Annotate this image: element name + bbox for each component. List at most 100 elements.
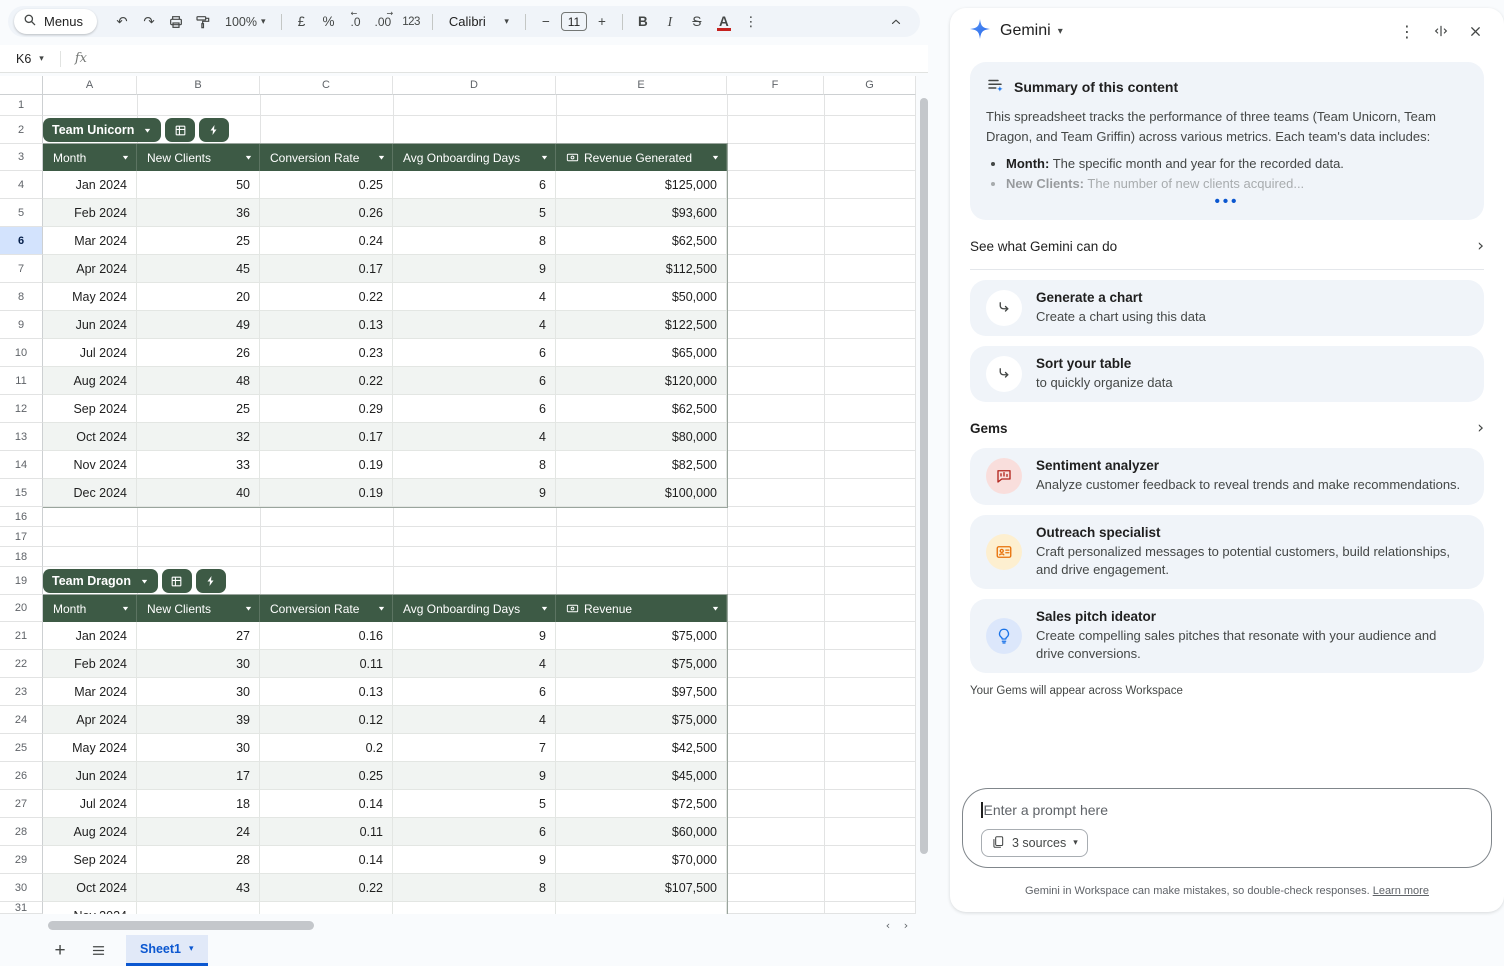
cell[interactable]: 7 [393, 734, 556, 762]
cell[interactable]: Sep 2024 [43, 395, 137, 423]
row-header-14[interactable]: 14 [0, 451, 43, 479]
gemini-title-caret-icon[interactable]: ▾ [1058, 26, 1063, 37]
cell[interactable]: 4 [393, 706, 556, 734]
cell[interactable]: May 2024 [43, 283, 137, 311]
row-header-16[interactable]: 16 [0, 507, 43, 527]
cell[interactable]: $122,500 [556, 311, 727, 339]
cell[interactable]: 0.17 [260, 423, 393, 451]
cell[interactable]: 9 [393, 762, 556, 790]
cell[interactable]: 27 [137, 622, 260, 650]
cell[interactable]: 4 [393, 423, 556, 451]
cell[interactable]: 0.19 [260, 451, 393, 479]
hide-menus-button[interactable] [884, 10, 908, 34]
row-header-28[interactable]: 28 [0, 818, 43, 846]
scroll-left-icon[interactable]: ‹ [880, 918, 896, 932]
cell[interactable]: 0.14 [260, 790, 393, 818]
cell[interactable]: $62,500 [556, 227, 727, 255]
more-toolbar-options-icon[interactable]: ⋮ [739, 10, 763, 34]
row-header-29[interactable]: 29 [0, 846, 43, 874]
cell[interactable]: 33 [137, 451, 260, 479]
cell[interactable]: 0.19 [260, 479, 393, 507]
percent-format-button[interactable]: % [317, 10, 341, 34]
cell[interactable]: 0.29 [260, 395, 393, 423]
sheet-tab-sheet1[interactable]: Sheet1 ▾ [126, 935, 208, 966]
cell[interactable]: 0.2 [260, 734, 393, 762]
column-header-B[interactable]: B [137, 76, 260, 95]
gemini-more-menu-icon[interactable]: ⋮ [1394, 18, 1420, 44]
cell[interactable]: 0.25 [260, 762, 393, 790]
cell[interactable]: Nov 2024 [43, 451, 137, 479]
cell[interactable]: 0.14 [260, 846, 393, 874]
table-grid-icon[interactable] [165, 118, 195, 142]
cell[interactable]: Jun 2024 [43, 311, 137, 339]
cell[interactable]: 20 [137, 283, 260, 311]
increase-decimal-button[interactable]: →.00 [371, 10, 396, 34]
cell[interactable]: $93,600 [556, 199, 727, 227]
column-header-month[interactable]: Month [43, 595, 137, 622]
cell[interactable] [260, 902, 393, 914]
row-header-9[interactable]: 9 [0, 311, 43, 339]
suggestion-sort-table[interactable]: Sort your table to quickly organize data [970, 346, 1484, 402]
font-family-select[interactable]: Calibri ▾ [441, 10, 517, 34]
cell[interactable]: 6 [393, 367, 556, 395]
row-header-5[interactable]: 5 [0, 199, 43, 227]
table-ai-icon[interactable] [199, 118, 229, 142]
cell[interactable]: 0.11 [260, 650, 393, 678]
summary-expand-button[interactable]: ••• [986, 193, 1468, 214]
cell[interactable]: May 2024 [43, 734, 137, 762]
name-box[interactable]: K6 ▾ [0, 52, 54, 66]
increase-font-size-button[interactable]: + [590, 10, 614, 34]
suggestion-generate-chart[interactable]: Generate a chart Create a chart using th… [970, 280, 1484, 336]
table-name-chip[interactable]: Team Unicorn [43, 118, 161, 142]
row-header-25[interactable]: 25 [0, 734, 43, 762]
cell[interactable]: 25 [137, 227, 260, 255]
column-header-F[interactable]: F [727, 76, 824, 95]
gemini-resize-panel-icon[interactable] [1428, 18, 1454, 44]
row-header-6[interactable]: 6 [0, 227, 43, 255]
sources-chip[interactable]: 3 sources ▾ [981, 829, 1088, 857]
column-header-G[interactable]: G [824, 76, 916, 95]
row-header-27[interactable]: 27 [0, 790, 43, 818]
cell[interactable]: Apr 2024 [43, 255, 137, 283]
row-header-4[interactable]: 4 [0, 171, 43, 199]
cell[interactable] [393, 902, 556, 914]
row-header-26[interactable]: 26 [0, 762, 43, 790]
cell[interactable]: 6 [393, 818, 556, 846]
cell[interactable]: 32 [137, 423, 260, 451]
column-header-revenue-generated[interactable]: Revenue Generated [556, 144, 727, 171]
cell[interactable]: 9 [393, 479, 556, 507]
cell[interactable]: Mar 2024 [43, 227, 137, 255]
cell[interactable]: Oct 2024 [43, 874, 137, 902]
font-size-input[interactable]: 11 [561, 12, 587, 31]
cell[interactable]: 0.26 [260, 199, 393, 227]
cell[interactable]: 9 [393, 255, 556, 283]
row-header-22[interactable]: 22 [0, 650, 43, 678]
vertical-scrollbar[interactable] [919, 96, 929, 908]
cell[interactable]: Feb 2024 [43, 199, 137, 227]
cell[interactable]: $80,000 [556, 423, 727, 451]
cell[interactable]: 30 [137, 678, 260, 706]
cell[interactable]: Jan 2024 [43, 171, 137, 199]
gemini-close-icon[interactable] [1462, 18, 1488, 44]
column-header-C[interactable]: C [260, 76, 393, 95]
cell[interactable]: 49 [137, 311, 260, 339]
bold-button[interactable]: B [631, 10, 655, 34]
column-header-A[interactable]: A [43, 76, 137, 95]
scroll-right-icon[interactable]: › [898, 918, 914, 932]
redo-button[interactable]: ↷ [137, 10, 161, 34]
cell[interactable] [137, 902, 260, 914]
row-header-7[interactable]: 7 [0, 255, 43, 283]
italic-button[interactable]: I [658, 10, 682, 34]
add-sheet-button[interactable]: + [46, 937, 74, 965]
currency-format-button[interactable]: £ [290, 10, 314, 34]
cell[interactable]: $70,000 [556, 846, 727, 874]
row-header-17[interactable]: 17 [0, 527, 43, 547]
cell[interactable]: 4 [393, 283, 556, 311]
gem-outreach-specialist[interactable]: Outreach specialist Craft personalized m… [970, 515, 1484, 589]
cell[interactable]: Jul 2024 [43, 339, 137, 367]
row-header-1[interactable]: 1 [0, 95, 43, 116]
cell[interactable]: 36 [137, 199, 260, 227]
prompt-input[interactable]: Enter a prompt here 3 sources ▾ [962, 788, 1492, 868]
row-header-10[interactable]: 10 [0, 339, 43, 367]
select-all-corner[interactable] [0, 76, 43, 95]
